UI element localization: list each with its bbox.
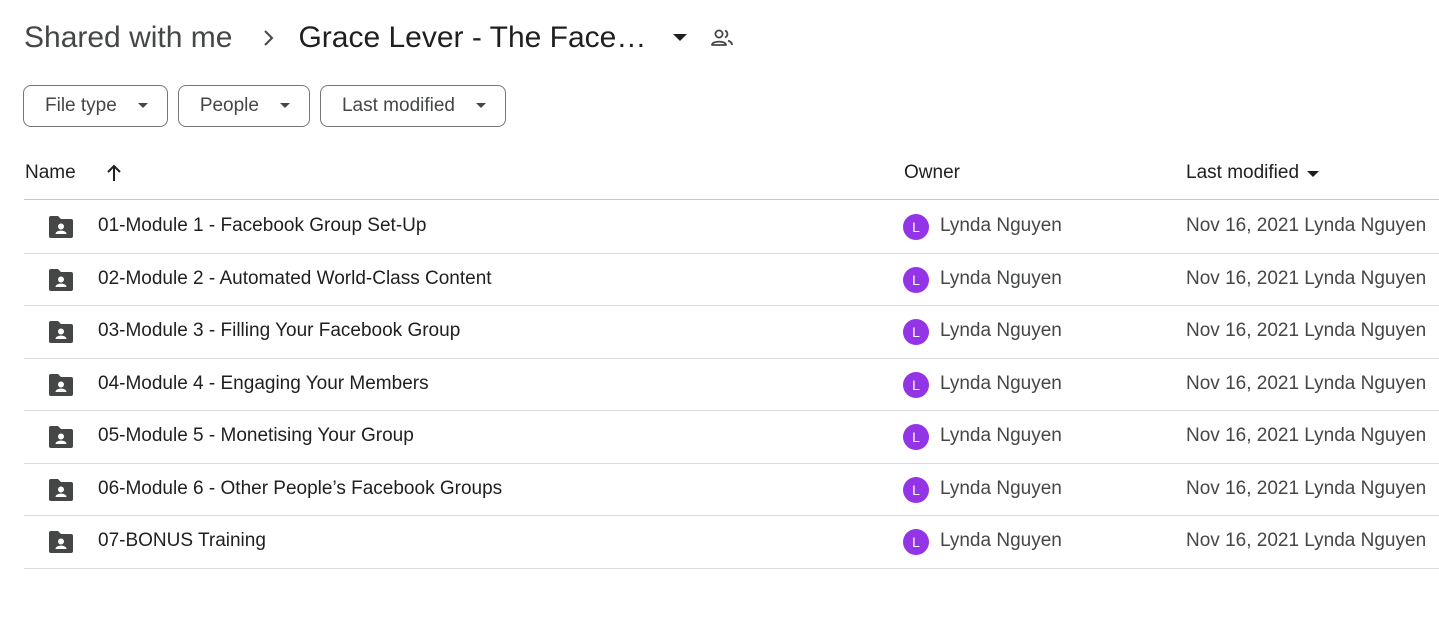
shared-folder-icon xyxy=(47,215,75,239)
owner-name: Lynda Nguyen xyxy=(940,477,1062,499)
file-name[interactable]: 07-BONUS Training xyxy=(98,530,266,552)
last-modified: Nov 16, 2021 Lynda Nguyen xyxy=(1186,477,1427,499)
file-name[interactable]: 01-Module 1 - Facebook Group Set-Up xyxy=(98,215,426,237)
chevron-right-icon xyxy=(260,30,276,46)
filter-file-type-label: File type xyxy=(45,95,117,116)
filter-last-modified-label: Last modified xyxy=(341,95,455,116)
last-modified: Nov 16, 2021 Lynda Nguyen xyxy=(1186,372,1427,394)
filter-people-label: People xyxy=(199,95,259,116)
file-name[interactable]: 05-Module 5 - Monetising Your Group xyxy=(98,425,414,447)
drive-folder-view: Shared with me Grace Lever - The Face… F… xyxy=(0,0,1439,631)
table-row[interactable]: 06-Module 6 - Other People’s Facebook Gr… xyxy=(24,464,1439,516)
owner-name: Lynda Nguyen xyxy=(940,320,1062,341)
file-name[interactable]: 04-Module 4 - Engaging Your Members xyxy=(98,373,429,395)
shared-folder-icon xyxy=(47,478,75,502)
table-row[interactable]: 01-Module 1 - Facebook Group Set-Up L Ly… xyxy=(24,201,1439,254)
last-modified: Nov 16, 2021 Lynda Nguyen xyxy=(1186,530,1427,551)
arrow-up-icon[interactable] xyxy=(104,163,124,183)
table-row[interactable]: 07-BONUS Training L Lynda Nguyen Nov 16,… xyxy=(24,516,1439,569)
shared-folder-icon xyxy=(47,320,75,344)
breadcrumb-shared-with-me[interactable]: Shared with me xyxy=(24,21,232,55)
caret-down-icon xyxy=(475,100,487,112)
caret-down-icon[interactable] xyxy=(668,26,692,50)
column-header-name[interactable]: Name xyxy=(25,162,76,184)
table-row[interactable]: 05-Module 5 - Monetising Your Group L Ly… xyxy=(24,411,1439,464)
owner-name: Lynda Nguyen xyxy=(940,372,1062,394)
shared-folder-icon xyxy=(47,425,75,449)
column-header-owner: Owner xyxy=(904,162,960,183)
last-modified: Nov 16, 2021 Lynda Nguyen xyxy=(1186,425,1427,446)
filter-people[interactable]: People xyxy=(177,85,310,127)
avatar: L xyxy=(903,214,929,240)
file-name[interactable]: 02-Module 2 - Automated World-Class Cont… xyxy=(98,268,492,290)
people-icon[interactable] xyxy=(708,24,736,52)
caret-down-icon xyxy=(279,100,291,112)
filter-file-type[interactable]: File type xyxy=(23,85,168,127)
last-modified: Nov 16, 2021 Lynda Nguyen xyxy=(1186,215,1427,236)
breadcrumb: Shared with me Grace Lever - The Face… xyxy=(24,14,736,62)
table-row[interactable]: 04-Module 4 - Engaging Your Members L Ly… xyxy=(24,359,1439,411)
last-modified: Nov 16, 2021 Lynda Nguyen xyxy=(1186,320,1427,341)
table-row[interactable]: 03-Module 3 - Filling Your Facebook Grou… xyxy=(24,306,1439,359)
shared-folder-icon xyxy=(47,530,75,554)
caret-down-icon xyxy=(137,100,149,112)
avatar: L xyxy=(903,424,929,450)
shared-folder-icon xyxy=(47,373,75,397)
owner-name: Lynda Nguyen xyxy=(940,425,1062,446)
column-header-last-modified-label: Last modified xyxy=(1186,162,1300,183)
avatar: L xyxy=(903,476,929,503)
owner-name: Lynda Nguyen xyxy=(940,530,1062,551)
owner-name: Lynda Nguyen xyxy=(940,267,1062,289)
caret-down-icon xyxy=(1307,162,1320,184)
shared-folder-icon xyxy=(47,268,75,292)
filter-last-modified[interactable]: Last modified xyxy=(319,85,506,127)
avatar: L xyxy=(903,319,929,345)
owner-name: Lynda Nguyen xyxy=(940,215,1062,236)
table-row[interactable]: 02-Module 2 - Automated World-Class Cont… xyxy=(24,254,1439,306)
file-list: 01-Module 1 - Facebook Group Set-Up L Ly… xyxy=(24,201,1439,569)
avatar: L xyxy=(903,266,929,293)
last-modified: Nov 16, 2021 Lynda Nguyen xyxy=(1186,267,1427,289)
filter-bar: File type People Last modified xyxy=(23,85,506,127)
file-name[interactable]: 03-Module 3 - Filling Your Facebook Grou… xyxy=(98,320,460,342)
column-header-last-modified[interactable]: Last modified xyxy=(1186,162,1320,184)
breadcrumb-current-folder[interactable]: Grace Lever - The Face… xyxy=(298,21,646,55)
file-name[interactable]: 06-Module 6 - Other People’s Facebook Gr… xyxy=(98,478,502,500)
avatar: L xyxy=(903,529,929,555)
table-header: Name Owner Last modified xyxy=(24,150,1439,200)
avatar: L xyxy=(903,371,929,398)
